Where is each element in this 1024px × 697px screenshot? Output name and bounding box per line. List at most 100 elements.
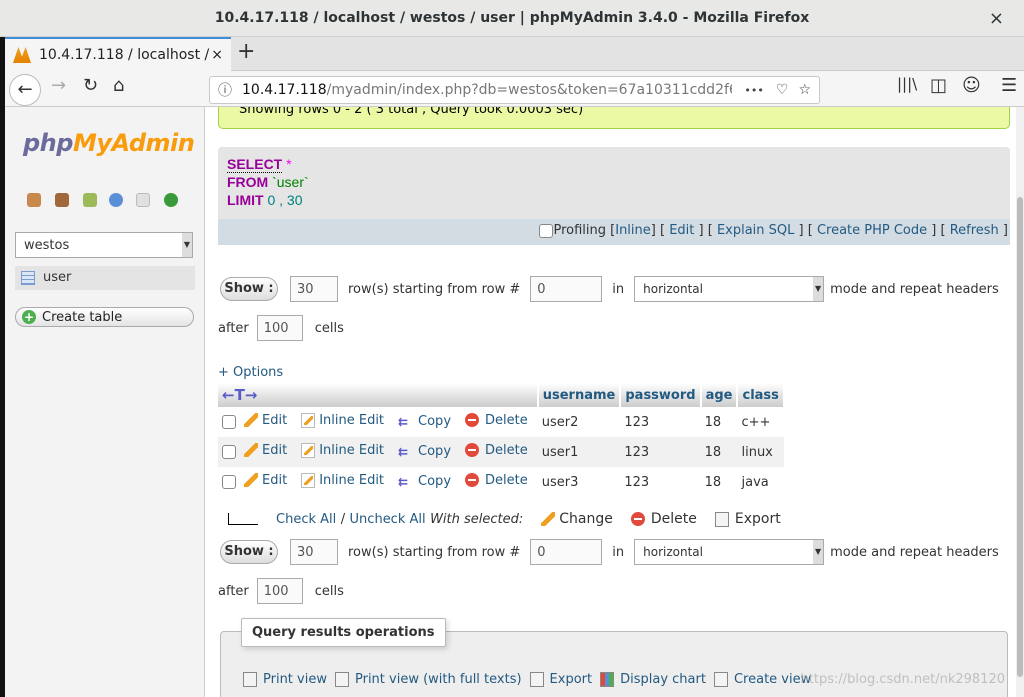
- page-actions-icon[interactable]: •••: [744, 84, 763, 97]
- column-header-password[interactable]: password: [620, 383, 702, 407]
- chart-icon: [600, 672, 615, 687]
- cell-class: linux: [737, 437, 784, 467]
- display-mode-select[interactable]: horizontal ▼: [634, 276, 825, 302]
- column-resize-icon[interactable]: ←T→: [218, 383, 539, 407]
- sql-docs-icon[interactable]: [136, 193, 150, 207]
- print-view-full-link[interactable]: Print view (with full texts): [334, 672, 522, 687]
- window-title-bar: 10.4.17.118 / localhost / westos / user …: [0, 0, 1024, 37]
- check-all-link[interactable]: Check All: [276, 512, 336, 527]
- scrollbar-thumb[interactable]: [1017, 197, 1023, 677]
- query-results-operations-title: Query results operations: [241, 618, 446, 647]
- row-copy-link[interactable]: ⇇ Copy: [398, 474, 451, 489]
- row-edit-link[interactable]: Edit: [244, 443, 287, 458]
- row-checkbox[interactable]: [222, 415, 236, 429]
- row-delete-link[interactable]: Delete: [465, 413, 528, 428]
- column-header-class[interactable]: class: [737, 383, 785, 407]
- inline-link[interactable]: Inline: [615, 223, 651, 238]
- account-icon[interactable]: ☺: [962, 75, 981, 96]
- show-button[interactable]: Show :: [220, 277, 278, 301]
- display-chart-link[interactable]: Display chart: [600, 672, 706, 687]
- table-row: Edit Inline Edit ⇇ Copy Delete user1 123 …: [218, 437, 784, 467]
- uncheck-all-link[interactable]: Uncheck All: [350, 512, 426, 527]
- cell-class: c++: [741, 414, 771, 430]
- rows-input-bottom[interactable]: 30: [290, 539, 338, 565]
- row-delete-link[interactable]: Delete: [465, 473, 528, 488]
- navigation-form-bottom-cells: after 100 cells: [218, 578, 344, 604]
- inline-edit-icon: [301, 412, 316, 428]
- sql-tools: Profiling [Inline] [ Edit ] [ Explain SQ…: [218, 219, 1010, 245]
- menu-icon[interactable]: ☰: [1001, 75, 1017, 96]
- cell-username: user1: [537, 437, 621, 467]
- sidebar-toggle-icon[interactable]: ◫: [930, 75, 947, 96]
- show-button-bottom[interactable]: Show :: [220, 540, 278, 564]
- query-results-operations: Query results operations Print view Prin…: [220, 618, 1008, 697]
- home-icon[interactable]: [27, 193, 41, 207]
- row-checkbox[interactable]: [222, 445, 236, 459]
- delete-selected-button[interactable]: Delete: [630, 511, 697, 527]
- query-window-icon[interactable]: [83, 193, 97, 207]
- row-checkbox[interactable]: [222, 475, 236, 489]
- rows-input[interactable]: 30: [290, 276, 338, 302]
- row-edit-link[interactable]: Edit: [244, 413, 287, 428]
- tab-title: 10.4.17.118 / localhost / w: [39, 47, 212, 63]
- export-link[interactable]: Export: [529, 672, 592, 687]
- row-delete-link[interactable]: Delete: [465, 443, 528, 458]
- docs-icon[interactable]: [109, 193, 123, 207]
- start-row-input[interactable]: 0: [530, 276, 603, 302]
- printer-icon: [334, 672, 349, 687]
- repeat-cells-input[interactable]: 100: [256, 315, 303, 341]
- cell-age: 18: [704, 474, 722, 490]
- create-php-code-link[interactable]: Create PHP Code: [817, 223, 927, 238]
- database-select[interactable]: westos ▼: [15, 232, 193, 258]
- plus-icon: +: [22, 310, 36, 324]
- pencil-icon: [244, 473, 258, 488]
- change-selected-button[interactable]: Change: [541, 511, 613, 527]
- cell-username: user3: [541, 474, 579, 490]
- logout-icon[interactable]: [55, 193, 69, 207]
- tab-close-icon[interactable]: ×: [211, 47, 223, 63]
- options-link[interactable]: + Options: [218, 365, 283, 380]
- cell-password: 123: [624, 414, 650, 430]
- explain-sql-link[interactable]: Explain SQL: [717, 223, 794, 238]
- row-copy-link[interactable]: ⇇ Copy: [398, 414, 451, 429]
- create-view-link[interactable]: Create view: [713, 672, 811, 687]
- library-icon[interactable]: |||\: [897, 75, 917, 93]
- success-message: Showing rows 0 - 2 ( 3 total , Query too…: [218, 107, 1010, 129]
- reload-button[interactable]: ↻: [83, 75, 98, 96]
- edit-sql-link[interactable]: Edit: [669, 223, 694, 238]
- scrollbar[interactable]: [1016, 107, 1024, 697]
- home-button[interactable]: ⌂: [113, 75, 124, 96]
- print-view-link[interactable]: Print view: [243, 672, 327, 687]
- inline-edit-icon: [301, 442, 316, 458]
- delete-icon: [630, 512, 645, 526]
- display-mode-select-bottom[interactable]: horizontal ▼: [634, 539, 825, 565]
- column-header-age[interactable]: age: [700, 383, 739, 407]
- row-inline-edit-link[interactable]: Inline Edit: [301, 442, 384, 458]
- repeat-cells-input-bottom[interactable]: 100: [256, 578, 303, 604]
- new-tab-button[interactable]: +: [237, 39, 255, 64]
- phpmyadmin-logo[interactable]: phpMyAdmin: [23, 129, 195, 157]
- forward-button[interactable]: →: [51, 75, 66, 96]
- back-button[interactable]: ←: [9, 74, 41, 106]
- browser-tab[interactable]: 10.4.17.118 / localhost / w ×: [5, 37, 231, 71]
- reload-icon[interactable]: [164, 193, 178, 207]
- export-selected-button[interactable]: Export: [714, 511, 781, 527]
- row-inline-edit-link[interactable]: Inline Edit: [301, 472, 384, 488]
- close-window-button[interactable]: ×: [989, 0, 1004, 37]
- row-edit-link[interactable]: Edit: [244, 473, 287, 488]
- create-table-button[interactable]: + Create table: [15, 307, 194, 327]
- column-header-username[interactable]: username: [537, 383, 622, 407]
- pocket-icon[interactable]: ♡: [776, 82, 789, 98]
- info-icon[interactable]: ⓘ: [218, 80, 232, 100]
- inline-edit-icon: [301, 472, 316, 488]
- url-bar[interactable]: ⓘ 10.4.17.118/myadmin/index.php?db=westo…: [209, 76, 820, 104]
- refresh-link[interactable]: Refresh: [950, 223, 999, 238]
- row-inline-edit-link[interactable]: Inline Edit: [301, 412, 384, 428]
- navigation-bar: ← → ↻ ⌂ ⓘ 10.4.17.118/myadmin/index.php?…: [5, 71, 1024, 107]
- profiling-checkbox[interactable]: [539, 223, 554, 238]
- navigation-form-top: Show : 30 row(s) starting from row # 0 i…: [218, 276, 999, 302]
- sidebar-table-user[interactable]: user: [15, 266, 195, 290]
- row-copy-link[interactable]: ⇇ Copy: [398, 444, 451, 459]
- start-row-input-bottom[interactable]: 0: [530, 539, 603, 565]
- bookmark-star-icon[interactable]: ☆: [798, 82, 811, 98]
